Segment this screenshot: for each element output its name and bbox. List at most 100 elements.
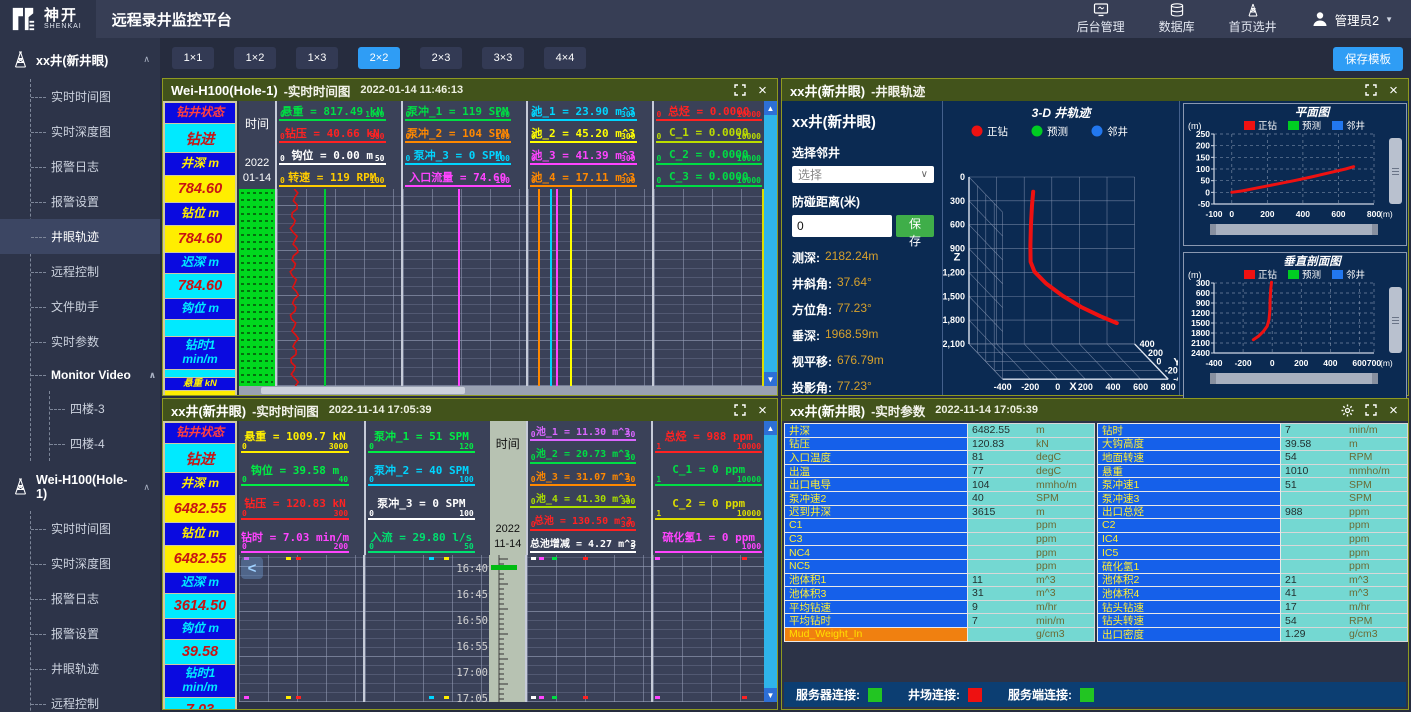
svg-text:平面图: 平面图	[1295, 106, 1332, 119]
table-param-value-cell: ppm	[968, 545, 1095, 560]
sidebar-item-group[interactable]: Monitor Video∧	[31, 359, 160, 391]
h-scrollbar[interactable]	[1210, 373, 1378, 384]
curve-max: 50	[626, 475, 636, 484]
h-scrollbar[interactable]	[1210, 224, 1378, 235]
sidebar-item[interactable]: 报警日志	[31, 581, 160, 616]
h-scrollbar-thumb[interactable]	[261, 387, 465, 394]
neighbor-well-select[interactable]: 选择 ∨	[792, 166, 934, 183]
distance-input[interactable]	[792, 215, 892, 237]
table-param-value-cell: 77degC	[968, 464, 1095, 479]
expand-icon[interactable]	[733, 404, 746, 417]
sidebar-item[interactable]: 远程控制	[31, 254, 160, 289]
sidebar-item[interactable]: 远程控制	[31, 686, 160, 712]
nav-database[interactable]: 数据库	[1159, 3, 1195, 35]
curve-header: 硫化氢1 = 0 ppm1000	[655, 523, 762, 554]
sidebar-item[interactable]: 井眼轨迹	[0, 219, 160, 254]
close-icon[interactable]: ×	[756, 404, 769, 417]
curve-max: 10000	[737, 442, 761, 451]
layout-button[interactable]: 1×1	[172, 47, 214, 69]
sidebar-tree-header[interactable]: xx井(新井眼)∧	[0, 38, 160, 79]
user-menu[interactable]: 管理员2 ▼	[1311, 10, 1393, 29]
sidebar-item[interactable]: 实时时间图	[31, 79, 160, 114]
layout-button[interactable]: 1×2	[234, 47, 276, 69]
v-scroll-track[interactable]	[764, 435, 777, 688]
sidebar-item[interactable]: 实时参数	[31, 324, 160, 359]
table-param-label: 平均钻时	[784, 613, 968, 628]
svg-text:预测: 预测	[1302, 121, 1321, 132]
layout-button[interactable]: 4×4	[544, 47, 586, 69]
table-param-label: 入口温度	[784, 450, 968, 465]
nav-home-select-well[interactable]: 首页选井	[1229, 3, 1277, 35]
v-scroll-track[interactable]	[764, 115, 777, 372]
layout-button[interactable]: 2×2	[358, 47, 400, 69]
save-distance-button[interactable]: 保存	[896, 215, 934, 237]
sidebar-item[interactable]: 井眼轨迹	[31, 651, 160, 686]
panel-trajectory: xx井(新井眼)-井眼轨迹 × xx井(新井眼) 选择邻井 选择 ∨ 防碰距离(…	[781, 78, 1409, 396]
sidebar-item[interactable]: 实时时间图	[31, 511, 160, 546]
curve-max: 300	[621, 497, 635, 506]
plan-view-svg: 平面图正钻预测邻井(m)-50050100150200250-100020040…	[1184, 104, 1406, 240]
chart-track	[526, 189, 652, 386]
nav-backend-admin[interactable]: 后台管理	[1077, 3, 1125, 35]
track-header: 0池_1 = 11.30 m^3500池_2 = 20.73 m^3500池_3…	[526, 421, 652, 555]
layout-button[interactable]: 3×3	[482, 47, 524, 69]
close-icon[interactable]: ×	[756, 84, 769, 97]
curve-max: 300	[334, 509, 348, 518]
close-icon[interactable]: ×	[1387, 84, 1400, 97]
svg-text:900: 900	[1196, 298, 1210, 308]
curve-header: 0钻压 = 40.66 kN300	[279, 124, 386, 143]
layout-button[interactable]: 1×3	[296, 47, 338, 69]
sidebar-item[interactable]: 四楼-4	[50, 426, 160, 461]
curve-min: 0	[657, 110, 662, 119]
curve-max: 3000	[329, 442, 348, 451]
layout-button[interactable]: 2×3	[420, 47, 462, 69]
curve-min: 0	[369, 475, 374, 484]
expand-icon[interactable]	[1364, 84, 1377, 97]
sidebar-item[interactable]: 实时深度图	[31, 546, 160, 581]
plan-view-v-slider[interactable]	[1389, 138, 1402, 204]
table-param-value: 51	[1281, 479, 1349, 491]
section-v-slider[interactable]	[1389, 287, 1402, 353]
curve-min: 0	[531, 520, 536, 529]
time-tick-label: 16:55	[454, 641, 488, 653]
v-scrollbar[interactable]: ▲▼	[764, 101, 777, 386]
scroll-up-icon[interactable]: ▲	[764, 421, 777, 435]
save-template-button[interactable]: 保存模板	[1333, 47, 1403, 71]
sidebar-item[interactable]: 实时深度图	[31, 114, 160, 149]
sidebar-item[interactable]: 四楼-3	[50, 391, 160, 426]
curve-max: 300	[621, 176, 635, 185]
sidebar-item[interactable]: 文件助手	[31, 289, 160, 324]
table-param-value-cell: 6482.55m	[968, 423, 1095, 438]
table-param-unit: m	[1036, 506, 1094, 518]
scroll-left-button[interactable]: <	[241, 557, 263, 579]
sidebar-item[interactable]: 报警设置	[31, 616, 160, 651]
curve-max: 100	[496, 132, 510, 141]
svg-text:X: X	[1069, 381, 1077, 393]
table-param-value-cell: 7min/m	[968, 613, 1095, 628]
svg-text:200: 200	[1078, 382, 1093, 392]
scroll-down-icon[interactable]: ▼	[764, 372, 777, 386]
scroll-down-icon[interactable]: ▼	[764, 688, 777, 702]
close-icon[interactable]: ×	[1387, 404, 1400, 417]
scroll-up-icon[interactable]: ▲	[764, 101, 777, 115]
track-header: 0悬重 = 817.49 kN10000钻压 = 40.66 kN3000钩位 …	[275, 101, 401, 189]
time-column-header: 时间2022 11-14	[490, 421, 526, 555]
sidebar-tree-header[interactable]: Wei-H100(Hole-1)∧	[0, 461, 160, 511]
gear-icon[interactable]	[1341, 404, 1354, 417]
edge-mark	[552, 557, 557, 560]
expand-icon[interactable]	[733, 84, 746, 97]
h-scrollbar[interactable]	[239, 386, 777, 395]
sidebar-item[interactable]: 报警日志	[31, 149, 160, 184]
table-param-value: 120.83	[968, 438, 1036, 450]
sidebar-item[interactable]: 报警设置	[31, 184, 160, 219]
v-scrollbar[interactable]: ▲▼	[764, 421, 777, 702]
expand-icon[interactable]	[1364, 404, 1377, 417]
table-param-label: 悬重	[1097, 464, 1281, 479]
track-charts-row: <16:4016:4516:5016:5517:0017:05	[239, 555, 777, 702]
curve-min: 0	[406, 132, 411, 141]
svg-text:100: 100	[1196, 164, 1210, 174]
svg-text:400: 400	[1105, 382, 1120, 392]
time-tick-label: 16:40	[454, 563, 488, 575]
table-param-value-cell: 7min/m	[1281, 423, 1408, 438]
stat-value: 37.64°	[837, 275, 872, 292]
